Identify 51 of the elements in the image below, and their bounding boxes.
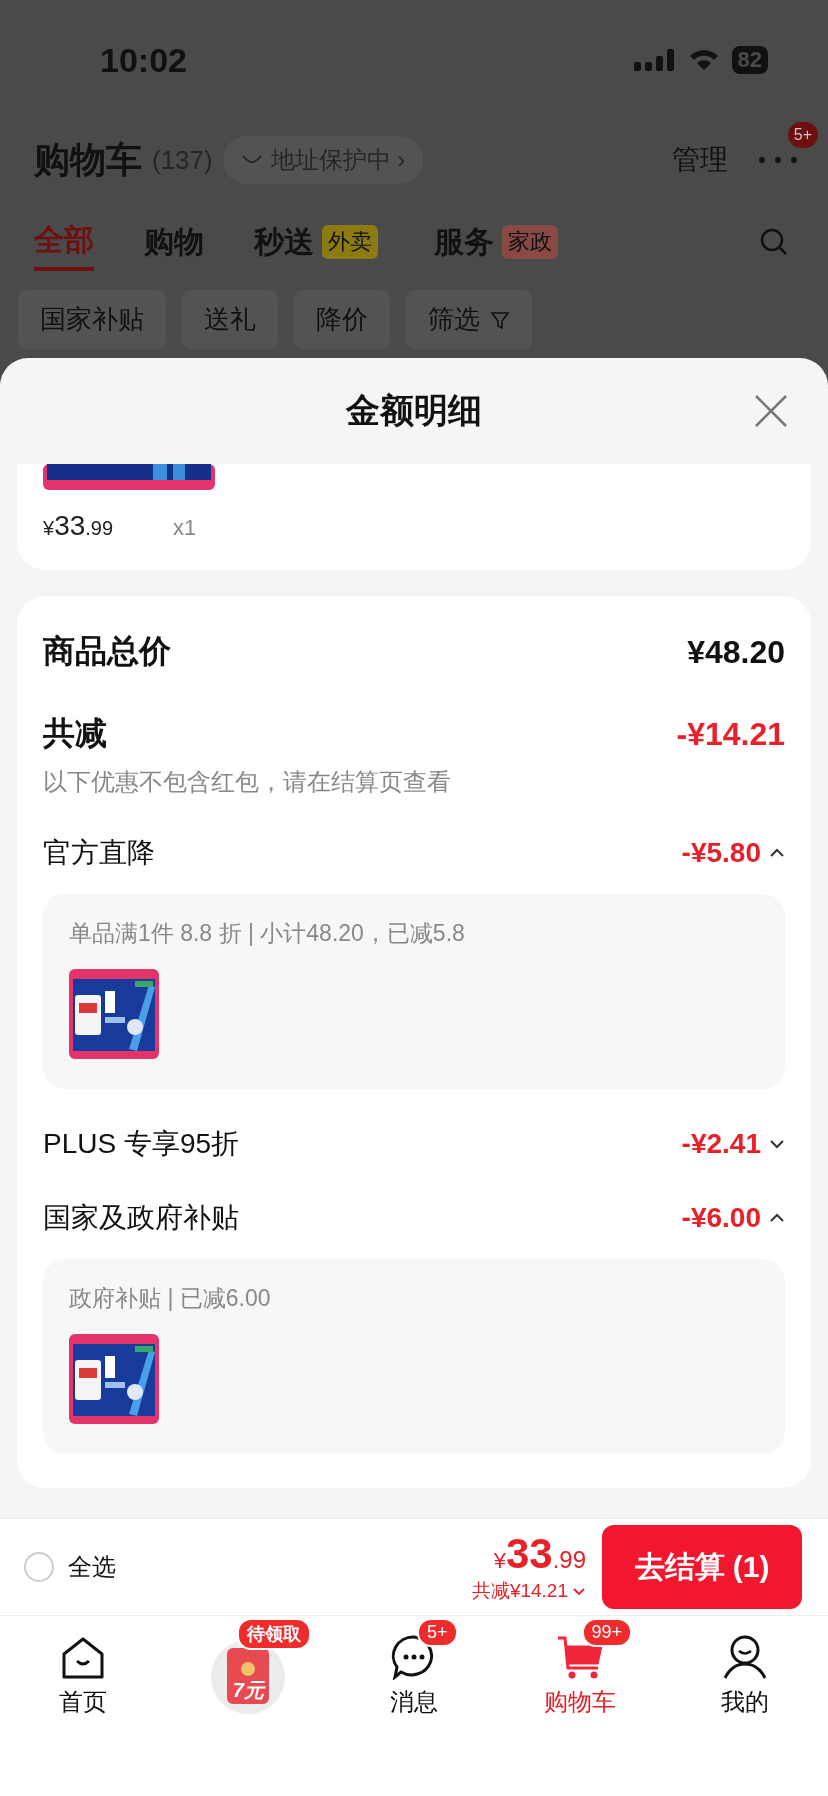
select-all-checkbox[interactable]: 全选 [24, 1551, 116, 1583]
nav-label[interactable]: 消息 [390, 1686, 438, 1718]
filter-chip[interactable]: 降价 [294, 290, 390, 349]
tab-tag: 家政 [502, 225, 558, 259]
discount-type: 国家及政府补贴 [43, 1201, 240, 1235]
notification-badge: 5+ [787, 122, 818, 148]
total-amount: ¥48.20 [687, 633, 785, 671]
category-tab[interactable]: 服务 [434, 215, 494, 269]
nav-badge: 待领取 [237, 1618, 312, 1650]
battery-indicator: 82 [731, 46, 768, 74]
item-quantity: x1 [173, 515, 197, 541]
discount-detail: 政府补贴 | 已减6.00 [69, 1284, 272, 1313]
category-tab[interactable]: 购物 [144, 215, 204, 269]
discount-value: -¥2.41 [681, 1128, 761, 1160]
savings-toggle[interactable]: 共减¥14.21 [471, 1578, 586, 1604]
total-label: 商品总价 [43, 632, 171, 671]
discount-amount: -¥14.21 [676, 715, 785, 753]
nav-badge: 99+ [581, 1618, 633, 1647]
total-price: ¥33.99 [493, 1530, 586, 1578]
expand-icon[interactable] [769, 1139, 785, 1149]
nav-label[interactable]: 首页 [58, 1686, 107, 1718]
tab-tag: 外卖 [322, 225, 378, 259]
discount-detail: 单品满1件 8.8 折 | 小计48.20，已减5.8 [69, 919, 466, 948]
item-price: ¥33.99 [43, 510, 114, 542]
discount-note: 以下优惠不包含红包，请在结算页查看 [43, 767, 452, 797]
filter-chip[interactable]: 国家补贴 [18, 290, 166, 349]
smile-icon [240, 154, 263, 166]
signal-icon [633, 48, 676, 72]
discount-value: -¥6.00 [681, 1202, 761, 1234]
status-time: 10:02 [100, 40, 187, 80]
filter-chip[interactable]: 送礼 [182, 290, 278, 349]
chevron-down-icon [572, 1586, 586, 1596]
discount-value: -¥5.80 [681, 837, 761, 869]
nav-label[interactable]: 购物车 [543, 1686, 616, 1718]
profile-icon[interactable] [722, 1634, 769, 1680]
collapse-icon[interactable] [769, 1213, 785, 1223]
category-tab[interactable]: 秒送 [254, 215, 314, 269]
category-tab[interactable]: 全部 [34, 213, 94, 271]
filter-icon [490, 309, 510, 330]
collapse-icon[interactable] [769, 848, 785, 858]
manage-button[interactable]: 管理 [672, 141, 728, 179]
filter-chip[interactable]: 筛选 [406, 290, 532, 349]
nav-label[interactable]: 我的 [721, 1686, 770, 1718]
page-title: 购物车 [34, 137, 142, 182]
discount-type: 官方直降 [43, 836, 156, 870]
sheet-title: 金额明细 [346, 390, 482, 431]
discount-type: PLUS 专享95折 [43, 1127, 241, 1161]
close-icon[interactable] [754, 394, 788, 428]
checkout-button[interactable]: 去结算 (1) [602, 1525, 802, 1609]
discount-label: 共减 [43, 714, 107, 753]
nav-badge: 5+ [417, 1618, 458, 1647]
